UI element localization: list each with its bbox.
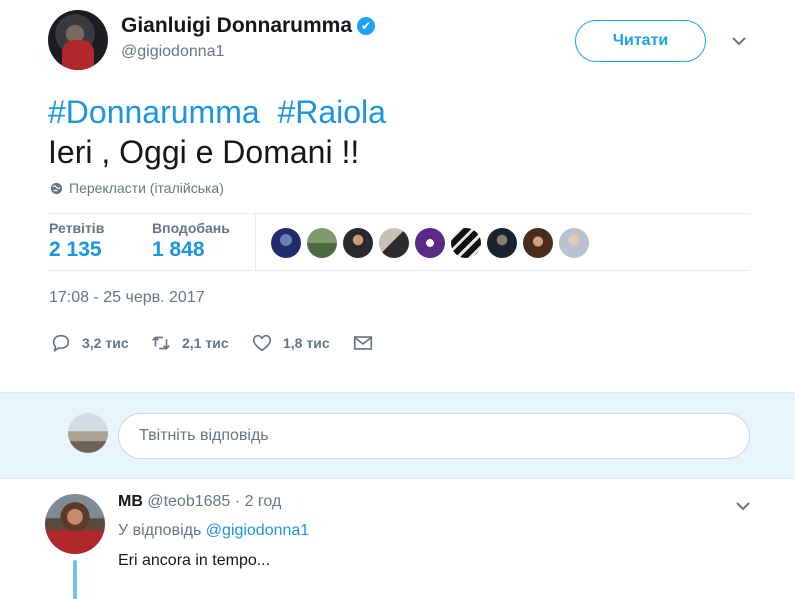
liker-avatar[interactable] [559,228,589,258]
reply-time[interactable]: 2 год [245,493,282,510]
reply-author-avatar[interactable] [45,494,105,554]
hashtag-link[interactable]: #Raiola [277,94,386,130]
reply-icon[interactable] [50,332,72,354]
like-count: 1,8 тис [283,335,330,351]
divider [48,270,750,271]
tweet-timestamp[interactable]: 17:08 - 25 черв. 2017 [49,289,205,307]
chevron-down-icon[interactable] [735,498,751,514]
liker-avatar[interactable] [343,228,373,258]
tweet-permalink-page: Gianluigi Donnarumma ✔ @gigiodonna1 Читат… [0,0,795,599]
tweet-text: #Donnarumma #Raiola Ieri , Oggi e Domani… [48,92,386,172]
likes-stat[interactable]: Вподобань 1 848 [152,220,230,262]
main-tweet: Gianluigi Donnarumma ✔ @gigiodonna1 Читат… [0,0,795,392]
author-name-row[interactable]: Gianluigi Donnarumma ✔ [121,14,376,38]
reply-action[interactable]: 3,2 тис [50,332,129,354]
likes-label: Вподобань [152,220,230,236]
liker-avatar[interactable] [487,228,517,258]
reply-input[interactable]: Твітніть відповідь [118,413,750,459]
current-user-avatar[interactable] [68,413,108,453]
heart-icon[interactable] [251,332,273,354]
reply-count: 3,2 тис [82,335,129,351]
translate-label[interactable]: Перекласти (італійська) [69,180,224,196]
author-name[interactable]: Gianluigi Donnarumma [121,14,352,37]
reply-to-line: У відповідь @gigiodonna1 [118,522,309,540]
tweet-text-line: Ieri , Oggi e Domani !! [48,134,360,170]
author-avatar[interactable] [48,10,108,70]
reply-author-name[interactable]: MB [118,493,143,510]
divider [255,214,256,270]
verified-badge-icon: ✔ [357,17,376,35]
follow-button[interactable]: Читати [575,20,706,62]
thread-line [73,560,77,599]
reply-text: Eri ancora in tempo... [118,552,271,569]
retweet-count: 2,1 тис [182,335,229,351]
reply-to-handle-link[interactable]: @gigiodonna1 [206,522,309,539]
retweets-stat[interactable]: Ретвітів 2 135 [49,220,104,262]
reply-composer: Твітніть відповідь [0,392,795,479]
author-handle[interactable]: @gigiodonna1 [121,43,224,61]
reply-header: MB @teob1685 · 2 год [118,493,281,511]
chevron-down-icon[interactable] [730,32,748,50]
separator: · [234,493,241,510]
liker-avatar[interactable] [523,228,553,258]
divider [48,213,750,214]
envelope-icon[interactable] [352,332,374,354]
liker-avatar[interactable] [415,228,445,258]
retweets-count[interactable]: 2 135 [49,238,104,262]
translate-link[interactable]: Перекласти (італійська) [50,180,224,196]
liker-avatar[interactable] [307,228,337,258]
liker-avatar[interactable] [451,228,481,258]
retweets-label: Ретвітів [49,220,105,236]
like-action[interactable]: 1,8 тис [251,332,330,354]
hashtag-link[interactable]: #Donnarumma [48,94,260,130]
reply-to-prefix: У відповідь [118,522,202,539]
reply-author-handle[interactable]: @teob1685 [147,493,230,510]
liker-avatar[interactable] [271,228,301,258]
retweet-icon[interactable] [150,332,172,354]
message-action[interactable] [352,332,374,354]
retweet-action[interactable]: 2,1 тис [150,332,229,354]
liker-avatar[interactable] [379,228,409,258]
likes-count[interactable]: 1 848 [152,238,230,262]
reply-tweet[interactable]: MB @teob1685 · 2 год У відповідь @gigiod… [0,480,795,599]
globe-icon [50,182,63,194]
